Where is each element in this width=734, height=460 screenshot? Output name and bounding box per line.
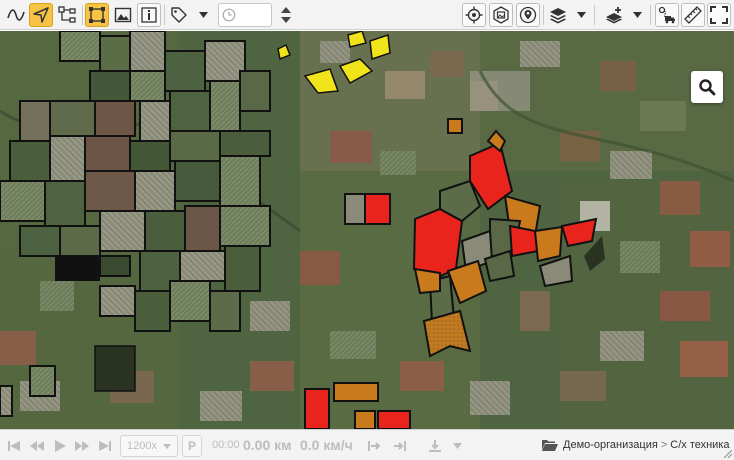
skip-to-start-button[interactable] (4, 436, 24, 456)
chevron-down-icon (632, 12, 642, 18)
play-button[interactable] (50, 436, 70, 456)
route-truck-icon (658, 6, 675, 24)
download-icon (429, 440, 441, 452)
navigation-arrow-icon (33, 7, 49, 23)
tag-icon (171, 7, 187, 23)
playback-bar: 1200x P 00:00 0.00 км 0.0 км/ч Демо-орга… (0, 429, 734, 460)
tag-dropdown-caret[interactable] (196, 3, 210, 27)
map-canvas[interactable] (0, 31, 734, 429)
polyline-icon (7, 9, 25, 21)
map-image-icon (493, 6, 509, 24)
toolbar-separator (543, 5, 544, 25)
playback-time: 00:00 (212, 439, 240, 451)
polyline-tool-button[interactable] (4, 3, 28, 27)
resize-grip-icon[interactable] (724, 450, 732, 458)
navigation-tool-button[interactable] (29, 3, 53, 27)
info-tool-button[interactable] (137, 3, 161, 27)
chevron-down-icon (198, 12, 208, 18)
fast-forward-icon (75, 441, 89, 451)
map-pin-button[interactable] (516, 3, 540, 27)
playback-distance: 0.00 км (243, 437, 292, 453)
image-tool-button[interactable] (111, 3, 135, 27)
play-icon (55, 440, 66, 452)
rewind-icon (30, 441, 44, 451)
download-button[interactable] (425, 436, 445, 456)
toolbar-separator (164, 5, 165, 25)
fast-forward-button[interactable] (72, 436, 92, 456)
fullscreen-button[interactable] (707, 3, 731, 27)
breadcrumb-section[interactable]: С/х техника (670, 439, 729, 451)
layers-icon (550, 8, 566, 24)
skip-end-icon (99, 441, 111, 451)
search-icon (699, 79, 716, 96)
top-toolbar (0, 0, 734, 30)
locate-target-icon (465, 6, 483, 24)
add-layer-icon (606, 7, 622, 24)
ruler-button[interactable] (681, 3, 705, 27)
skip-to-end-button[interactable] (95, 436, 115, 456)
toolbar-separator (594, 5, 595, 25)
select-frame-icon (89, 7, 105, 23)
stepper-up-icon[interactable] (281, 7, 291, 13)
select-frame-tool-button[interactable] (85, 3, 109, 27)
step-end-icon (394, 441, 406, 451)
folder-open-icon (542, 440, 558, 451)
toolbar-separator (650, 5, 651, 25)
rewind-button[interactable] (27, 436, 47, 456)
map-application: 1200x P 00:00 0.00 км 0.0 км/ч Демо-орга… (0, 0, 734, 460)
dark-field[interactable] (94, 345, 136, 392)
stepper-down-icon[interactable] (281, 17, 291, 23)
fullscreen-icon (710, 6, 728, 24)
route-tree-tool-button[interactable] (55, 3, 79, 27)
route-truck-button[interactable] (655, 3, 679, 27)
step-forward-button[interactable] (365, 436, 385, 456)
route-tree-icon (58, 6, 76, 23)
satellite-map[interactable] (0, 31, 734, 429)
layers-dropdown-caret[interactable] (574, 3, 588, 27)
chevron-down-icon (452, 443, 462, 449)
step-forward-icon (368, 441, 381, 451)
clock-icon (222, 8, 236, 22)
layers-button[interactable] (546, 3, 570, 27)
locate-button[interactable] (462, 3, 486, 27)
skip-start-icon (8, 441, 20, 451)
tag-tool-button[interactable] (167, 3, 191, 27)
breadcrumb-separator: > (660, 439, 668, 451)
chevron-down-icon (576, 12, 586, 18)
map-search-button[interactable] (691, 71, 723, 103)
playback-speed-select[interactable]: 1200x (120, 435, 178, 457)
parking-toggle-button[interactable]: P (182, 435, 202, 457)
time-stepper[interactable] (276, 3, 296, 27)
add-layer-dropdown-caret[interactable] (630, 3, 644, 27)
playback-speed-readout: 0.0 км/ч (300, 437, 353, 453)
breadcrumb: Демо-организация > С/х техника (542, 439, 730, 451)
add-layer-button[interactable] (602, 3, 626, 27)
breadcrumb-organization[interactable]: Демо-организация (563, 439, 658, 451)
ruler-icon (684, 6, 702, 24)
step-end-button[interactable] (390, 436, 410, 456)
download-dropdown-caret[interactable] (450, 434, 464, 458)
image-icon (114, 7, 132, 23)
map-pin-icon (519, 6, 537, 24)
map-image-button[interactable] (489, 3, 513, 27)
toolbar-separator (82, 5, 83, 25)
info-icon (141, 7, 157, 23)
